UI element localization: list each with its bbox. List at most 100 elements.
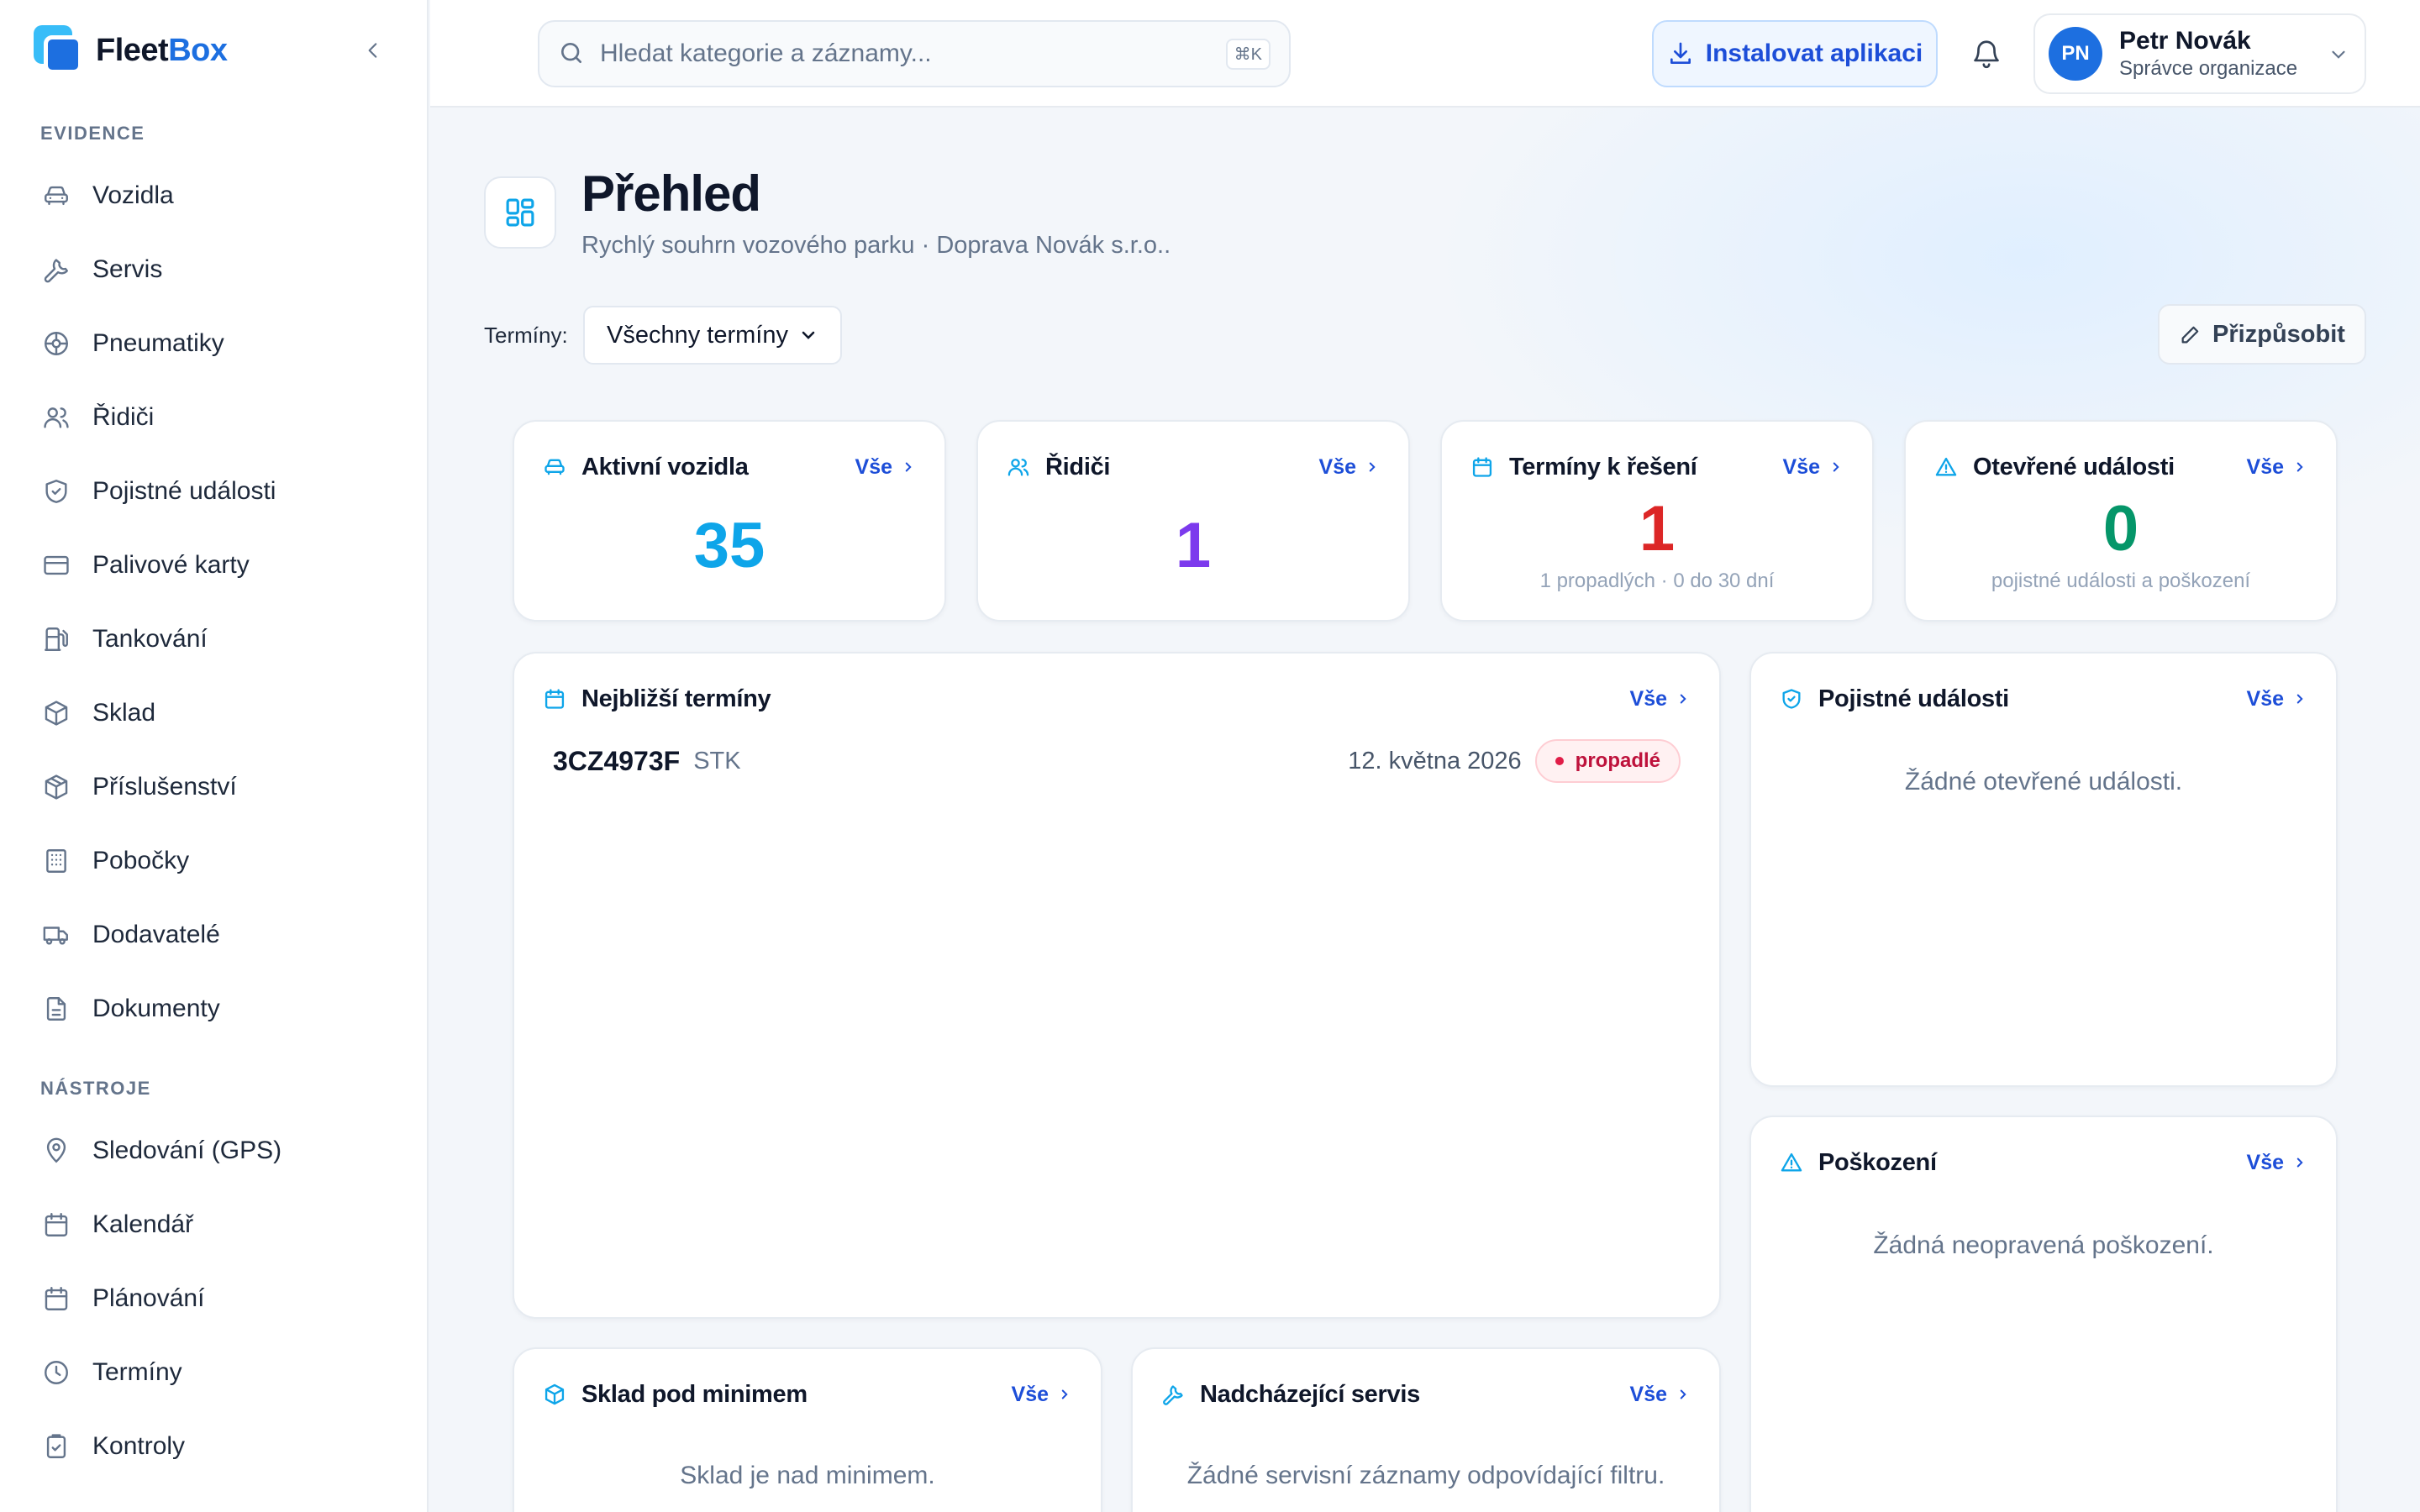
view-all-link[interactable]: Vše: [1012, 1383, 1072, 1407]
list-item[interactable]: 3CZ4973F STK 12. května 2026 propadlé: [553, 738, 1681, 785]
term-type: STK: [693, 747, 741, 774]
view-all-link[interactable]: Vše: [855, 455, 916, 480]
sidebar-item-ridici[interactable]: Řidiči: [40, 392, 393, 443]
warning-triangle-icon: [1780, 1151, 1803, 1174]
topbar: ⌘K Instalovat aplikaci PN Petr Novák Spr…: [430, 0, 2420, 108]
view-all-link[interactable]: Vše: [1630, 1383, 1691, 1407]
sidebar-item-pobocky[interactable]: Pobočky: [40, 836, 393, 886]
sidebar-item-label: Dodavatelé: [92, 921, 220, 948]
search-box[interactable]: ⌘K: [538, 20, 1291, 87]
terms-filter-label: Termíny:: [484, 323, 568, 348]
search-input[interactable]: [600, 39, 1226, 68]
chevron-right-icon: [1680, 694, 1686, 704]
nav-section-evidence: EVIDENCE: [40, 123, 145, 144]
sidebar-item-dodavatele[interactable]: Dodavatelé: [40, 910, 393, 960]
sidebar-item-dokumenty[interactable]: Dokumenty: [40, 984, 393, 1034]
card-title: Nadcházející servis: [1200, 1380, 1420, 1408]
sidebar-item-tankovani[interactable]: Tankování: [40, 614, 393, 664]
brand-name: FleetBox: [96, 32, 228, 68]
status-badge: propadlé: [1534, 739, 1681, 783]
status-dot-icon: [1555, 757, 1564, 765]
shield-check-icon: [1780, 687, 1803, 711]
stat-value: 1: [1639, 493, 1676, 564]
chevron-right-icon: [2296, 462, 2303, 472]
sidebar-item-servis[interactable]: Servis: [40, 244, 393, 295]
sidebar-item-label: Pobočky: [92, 847, 190, 874]
empty-message: Sklad je nad minimem.: [680, 1462, 935, 1489]
shield-icon: [40, 475, 72, 507]
notifications-button[interactable]: [1966, 34, 2007, 74]
stock-below-minimum-card: Sklad pod minimem Vše Sklad je nad minim…: [513, 1347, 1102, 1512]
sidebar-item-terminy[interactable]: Termíny: [40, 1347, 393, 1398]
sidebar-item-sledovani-gps[interactable]: Sledování (GPS): [40, 1126, 393, 1176]
sidebar-item-kalendar[interactable]: Kalendář: [40, 1200, 393, 1250]
customize-button[interactable]: Přizpůsobit: [2158, 304, 2366, 365]
sidebar-item-pojistne-udalosti[interactable]: Pojistné události: [40, 466, 393, 517]
building-icon: [40, 845, 72, 877]
chevron-right-icon: [1369, 462, 1376, 472]
chevron-left-icon: [368, 43, 377, 58]
stat-value: 0: [2102, 493, 2139, 564]
user-menu[interactable]: PN Petr Novák Správce organizace: [2033, 13, 2366, 94]
view-all-link[interactable]: Vše: [2247, 1151, 2307, 1175]
sidebar-item-label: Tankování: [92, 625, 208, 653]
stat-note: pojistné události a poškození: [1991, 570, 2251, 592]
map-pin-icon: [40, 1135, 72, 1167]
box-icon: [543, 1383, 566, 1406]
sidebar-item-label: Plánování: [92, 1284, 205, 1312]
sidebar-item-palivove-karty[interactable]: Palivové karty: [40, 540, 393, 591]
sidebar-item-vozidla[interactable]: Vozidla: [40, 171, 393, 221]
card-title: Poškození: [1818, 1148, 1937, 1176]
download-icon: [1670, 42, 1691, 64]
page-title: Přehled: [581, 165, 761, 222]
page-subtitle: Rychlý souhrn vozového parku · Doprava N…: [581, 232, 1171, 259]
card-title: Otevřené události: [1973, 453, 2175, 480]
sidebar-item-label: Pneumatiky: [92, 329, 224, 357]
brand-logo[interactable]: FleetBox: [34, 25, 228, 76]
card-title: Nejbližší termíny: [581, 685, 771, 712]
empty-message: Žádné otevřené události.: [1904, 768, 2183, 795]
sidebar-item-planovani[interactable]: Plánování: [40, 1273, 393, 1324]
card-title: Sklad pod minimem: [581, 1380, 808, 1408]
sidebar-item-pneumatiky[interactable]: Pneumatiky: [40, 318, 393, 369]
view-all-link[interactable]: Vše: [2247, 687, 2307, 711]
insurance-events-card: Pojistné události Vše Žádné otevřené udá…: [1749, 652, 2338, 1087]
user-role: Správce organizace: [2119, 57, 2298, 80]
clipboard-check-icon: [40, 1431, 72, 1462]
sidebar-item-kontroly[interactable]: Kontroly: [40, 1421, 393, 1472]
stat-note: 1 propadlých · 0 do 30 dní: [1539, 570, 1775, 592]
install-app-button[interactable]: Instalovat aplikaci: [1652, 20, 1938, 87]
customize-label: Přizpůsobit: [2212, 320, 2345, 348]
chevron-right-icon: [1061, 1389, 1068, 1399]
chevron-down-icon: [2328, 44, 2349, 66]
stat-card-active-vehicles: Aktivní vozidla Vše 35: [513, 420, 946, 622]
sidebar-item-label: Palivové karty: [92, 551, 250, 579]
search-icon: [558, 39, 587, 68]
nav-section-tools: NÁSTROJE: [40, 1078, 151, 1099]
users-icon: [40, 402, 72, 433]
view-all-link[interactable]: Vše: [1630, 687, 1691, 711]
car-icon: [40, 180, 72, 212]
wrench-icon: [1161, 1383, 1185, 1406]
collapse-sidebar-button[interactable]: [356, 34, 390, 67]
sidebar-item-label: Servis: [92, 255, 163, 283]
truck-icon: [40, 919, 72, 951]
view-all-link[interactable]: Vše: [1319, 455, 1380, 480]
terms-filter-select[interactable]: Všechny termíny: [583, 306, 842, 365]
card-title: Řidiči: [1045, 453, 1111, 480]
chevron-right-icon: [2296, 694, 2303, 704]
users-icon: [1007, 455, 1030, 479]
calendar-icon: [40, 1209, 72, 1241]
sidebar-item-sklad[interactable]: Sklad: [40, 688, 393, 738]
calendar-icon: [543, 687, 566, 711]
sidebar-item-label: Příslušenství: [92, 773, 237, 801]
view-all-link[interactable]: Vše: [2247, 455, 2307, 480]
view-all-link[interactable]: Vše: [1783, 455, 1844, 480]
clock-icon: [40, 1357, 72, 1389]
sidebar-item-prislusenstvi[interactable]: Příslušenství: [40, 762, 393, 812]
chevron-right-icon: [905, 462, 912, 472]
stat-card-open-events: Otevřené události Vše 0 pojistné událost…: [1904, 420, 2338, 622]
vehicle-plate: 3CZ4973F: [553, 745, 681, 776]
sidebar-item-label: Kontroly: [92, 1432, 186, 1460]
avatar: PN: [2049, 27, 2102, 81]
